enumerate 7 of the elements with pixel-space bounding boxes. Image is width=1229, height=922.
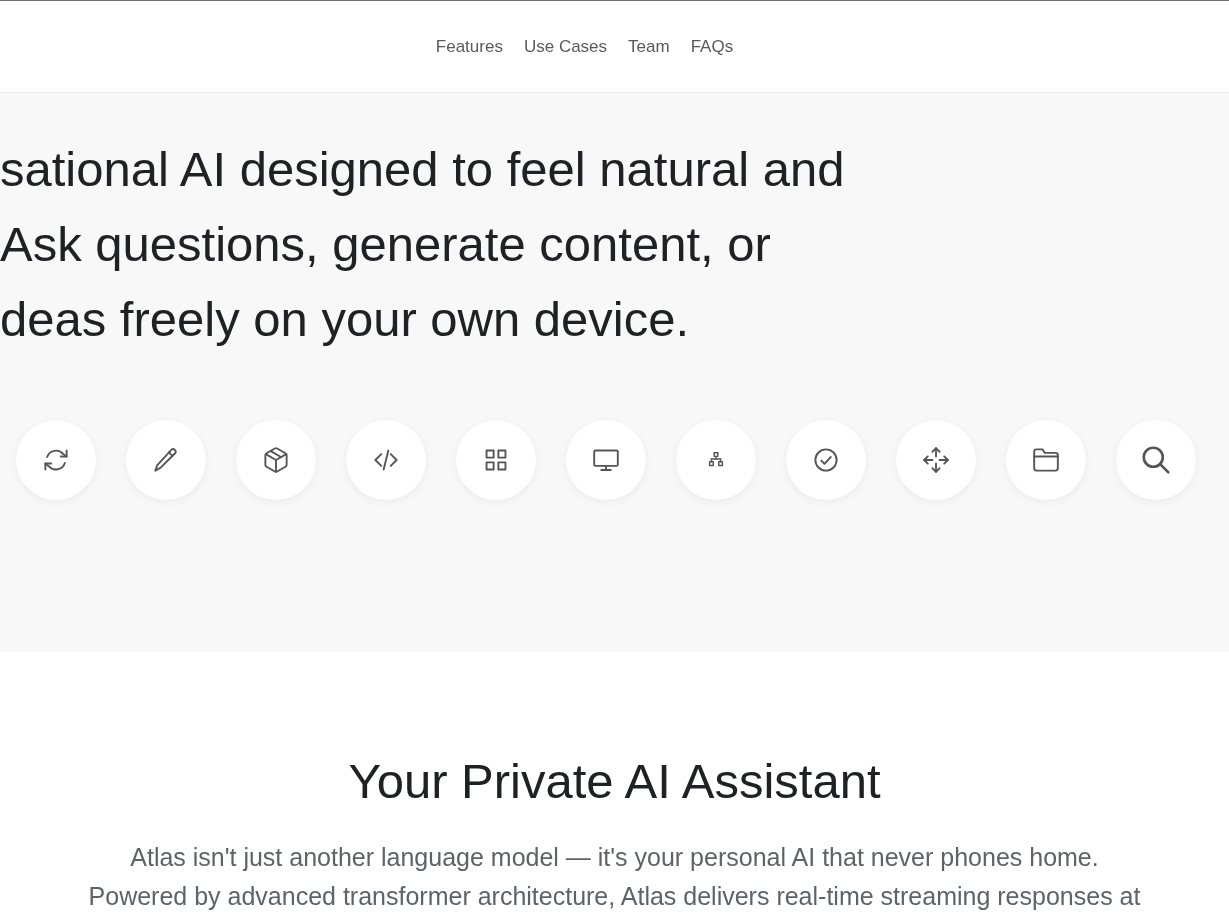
nav-link[interactable]: Use Cases xyxy=(523,35,608,58)
intro-paragraph: Atlas isn't just another language model — it's your personal AI that never phones home. Powered by advanced transformer architecture, Atlas delivers real-time streaming responses at xyxy=(88,842,1141,912)
nav-link[interactable]: Features xyxy=(435,35,503,58)
nav-link[interactable]: Team xyxy=(628,35,670,58)
nav-link[interactable]: FAQs xyxy=(690,35,734,58)
section-heading: Your Private AI Assistant xyxy=(348,753,881,810)
hero-text: sational AI designed to feel natural and Ask questions, generate content, or deas freely on your own device. xyxy=(0,141,845,348)
